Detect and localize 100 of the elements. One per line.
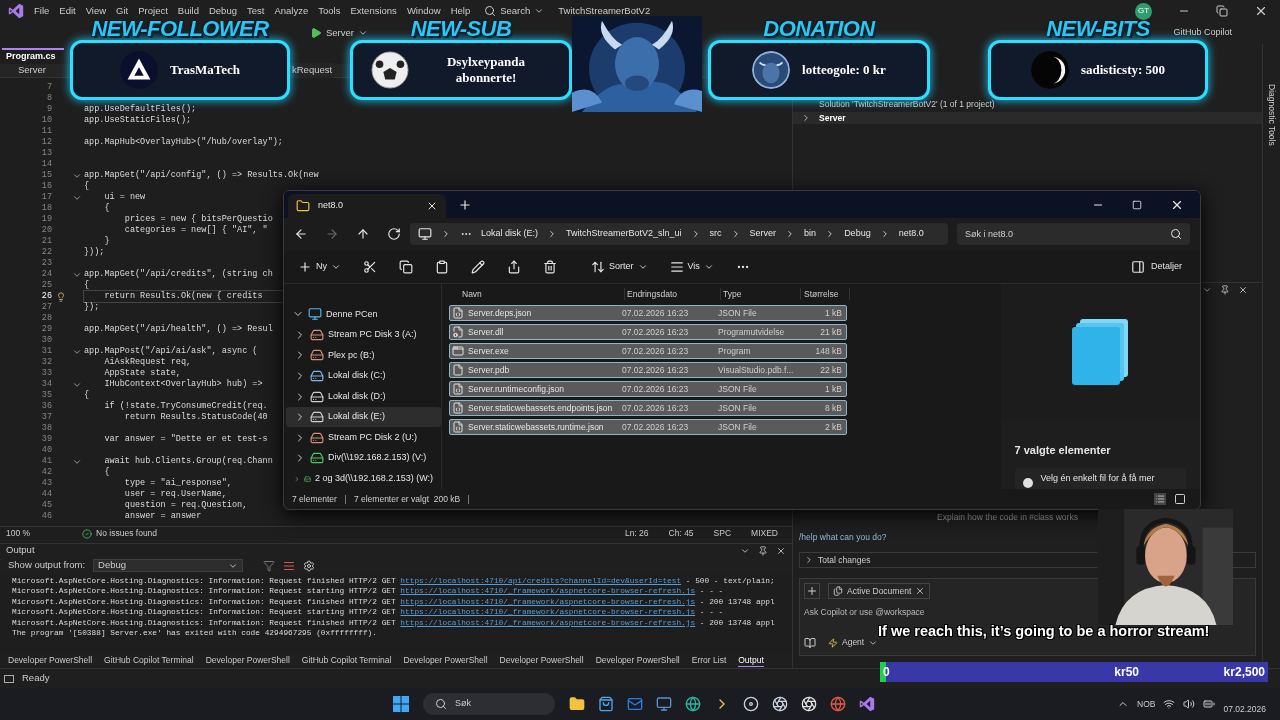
menu-item[interactable]: Debug bbox=[208, 3, 237, 19]
clear-icon[interactable] bbox=[283, 559, 296, 572]
chat-input[interactable]: Ask Copilot or use @workspace bbox=[804, 605, 1004, 619]
back-icon[interactable] bbox=[294, 227, 308, 241]
copilot-button[interactable]: GitHub Copilot bbox=[1173, 26, 1232, 40]
breadcrumb[interactable]: Debug bbox=[844, 227, 871, 241]
filter-icon[interactable] bbox=[263, 559, 276, 572]
breadcrumb[interactable]: TwitchStreamerBotV2_sln_ui bbox=[566, 227, 682, 241]
help-link[interactable]: /help what can you do? bbox=[799, 531, 1256, 544]
panel-tab[interactable]: Error List bbox=[691, 654, 727, 667]
side-tab[interactable]: Diagnostic Tools bbox=[1265, 84, 1278, 668]
settings-icon[interactable] bbox=[303, 559, 316, 572]
folder-icon[interactable] bbox=[569, 696, 585, 712]
output-source-dropdown[interactable]: Debug bbox=[93, 559, 244, 572]
copy-icon[interactable] bbox=[399, 259, 413, 274]
file-row[interactable]: Server.dll 07.02.2026 16:23 Programutvidelse 21 kB bbox=[449, 324, 847, 340]
lightbulb-icon[interactable] bbox=[56, 291, 66, 302]
breadcrumb[interactable]: Server bbox=[749, 227, 777, 241]
menu-item[interactable]: File bbox=[34, 3, 50, 19]
restore-icon[interactable] bbox=[1216, 5, 1228, 17]
breadcrumb[interactable]: Lokal disk (E:) bbox=[481, 227, 539, 241]
aperture-icon[interactable] bbox=[772, 696, 788, 712]
panel-tab[interactable]: Developer PowerShell bbox=[403, 654, 488, 667]
breadcrumb[interactable]: bin bbox=[804, 227, 817, 241]
panel-tab[interactable]: Output bbox=[738, 653, 764, 668]
mail-icon[interactable] bbox=[627, 696, 643, 712]
paste-icon[interactable] bbox=[435, 259, 449, 274]
run-button[interactable]: Server bbox=[310, 25, 368, 41]
tiles-view-icon[interactable] bbox=[1174, 493, 1186, 505]
share-icon[interactable] bbox=[507, 259, 521, 274]
tree-item[interactable]: Lokal disk (C:) bbox=[286, 365, 441, 387]
tree-item[interactable]: 2 og 3d(\\192.168.2.153) (W:) bbox=[286, 468, 441, 490]
panel-tab[interactable]: Developer PowerShell bbox=[595, 654, 680, 667]
pin-icon[interactable] bbox=[758, 545, 768, 556]
book-icon[interactable] bbox=[804, 636, 816, 649]
breadcrumb[interactable]: src bbox=[709, 227, 722, 241]
tree-item[interactable]: Div(\\192.168.2.153) (V:) bbox=[286, 447, 441, 469]
file-row[interactable]: Server.staticwebassets.runtime.json 07.02.2026 16:23 JSON File 2 kB bbox=[449, 419, 847, 435]
new-button[interactable]: Ny bbox=[294, 255, 345, 278]
menu-item[interactable]: Window bbox=[406, 3, 441, 19]
store-icon[interactable] bbox=[598, 696, 614, 712]
menu-item[interactable]: Git bbox=[116, 3, 129, 19]
details-button[interactable]: Detaljer bbox=[1131, 259, 1182, 274]
tree-item[interactable]: Lokal disk (D:) bbox=[286, 386, 441, 407]
column-header[interactable]: Navn bbox=[449, 287, 624, 301]
rename-icon[interactable] bbox=[471, 259, 485, 274]
refresh-icon[interactable] bbox=[387, 227, 401, 241]
cut-icon[interactable] bbox=[363, 259, 377, 274]
close-icon[interactable] bbox=[1254, 4, 1268, 18]
pin-icon[interactable] bbox=[1220, 285, 1230, 295]
disc-icon[interactable] bbox=[743, 696, 759, 712]
start-icon[interactable] bbox=[393, 696, 409, 712]
new-tab-icon[interactable] bbox=[458, 198, 472, 212]
view-button[interactable]: Vis bbox=[665, 255, 718, 278]
browser-icon[interactable] bbox=[685, 696, 701, 712]
monitor-icon[interactable] bbox=[656, 696, 672, 712]
globe-icon[interactable] bbox=[830, 696, 846, 712]
dropdown-icon[interactable] bbox=[1202, 285, 1212, 295]
tree-item[interactable]: Denne PCen bbox=[286, 304, 441, 325]
file-row[interactable]: Server.runtimeconfig.json 07.02.2026 16:23 JSON File 1 kB bbox=[449, 381, 847, 397]
context-chip[interactable]: Active Document bbox=[828, 583, 931, 599]
close-icon[interactable] bbox=[1238, 285, 1248, 295]
tree-item[interactable]: Lokal disk (E:) bbox=[286, 406, 441, 428]
aperture-icon[interactable] bbox=[801, 696, 817, 712]
mode-dropdown[interactable]: Agent bbox=[828, 636, 879, 649]
details-view-icon[interactable] bbox=[1154, 493, 1166, 505]
tree-item[interactable]: Stream PC Disk 2 (U:) bbox=[286, 427, 441, 448]
column-header[interactable]: Endringsdato bbox=[624, 287, 720, 301]
navigation-dropdown[interactable]: kRequest bbox=[290, 63, 335, 78]
panel-tab[interactable]: Developer PowerShell bbox=[499, 654, 584, 667]
navigation-dropdown[interactable]: Server bbox=[18, 63, 46, 78]
logo-icon[interactable] bbox=[859, 696, 875, 712]
search-field[interactable]: Søk bbox=[423, 693, 555, 715]
menu-item[interactable]: Analyze bbox=[274, 3, 309, 19]
panel-tab[interactable]: GitHub Copilot Terminal bbox=[104, 654, 194, 667]
zoom-dropdown[interactable]: 100 % bbox=[6, 527, 31, 540]
tree-item[interactable]: Solution 'TwitchStreamerBotV2' (1 of 1 project) bbox=[819, 97, 995, 111]
column-header[interactable]: Størrelse bbox=[800, 287, 850, 301]
panel-tab[interactable]: GitHub Copilot Terminal bbox=[301, 654, 392, 667]
delete-icon[interactable] bbox=[543, 259, 557, 274]
menu-item[interactable]: Test bbox=[246, 3, 265, 19]
add-context-button[interactable] bbox=[804, 583, 820, 599]
menu-item[interactable]: Help bbox=[450, 3, 471, 19]
menu-item[interactable]: View bbox=[85, 3, 107, 19]
menu-item[interactable]: Project bbox=[138, 3, 168, 19]
panel-tab[interactable]: Developer PowerShell bbox=[8, 654, 93, 667]
column-header[interactable]: Type bbox=[720, 287, 800, 301]
tree-item[interactable]: Plex pc (B:) bbox=[286, 345, 441, 366]
file-row[interactable]: Server.pdb 07.02.2026 16:23 VisualStudio.pdb.f... 22 kB bbox=[449, 362, 847, 378]
sort-button[interactable]: Sorter bbox=[587, 255, 652, 278]
menu-item[interactable]: Extensions bbox=[350, 3, 397, 19]
maximize-icon[interactable] bbox=[1132, 199, 1142, 210]
close-icon[interactable] bbox=[776, 545, 786, 556]
file-row[interactable]: Server.staticwebassets.endpoints.json 07.02.2026 16:23 JSON File 8 kB bbox=[449, 400, 847, 416]
up-icon[interactable] bbox=[356, 227, 370, 241]
tree-item[interactable]: Server bbox=[793, 112, 1262, 124]
language-indicator[interactable]: NOB bbox=[1137, 697, 1156, 711]
panel-tab[interactable]: Developer PowerShell bbox=[205, 654, 290, 667]
forward-icon[interactable] bbox=[325, 227, 339, 241]
search-field[interactable]: Søk i net8.0 bbox=[957, 223, 1190, 245]
